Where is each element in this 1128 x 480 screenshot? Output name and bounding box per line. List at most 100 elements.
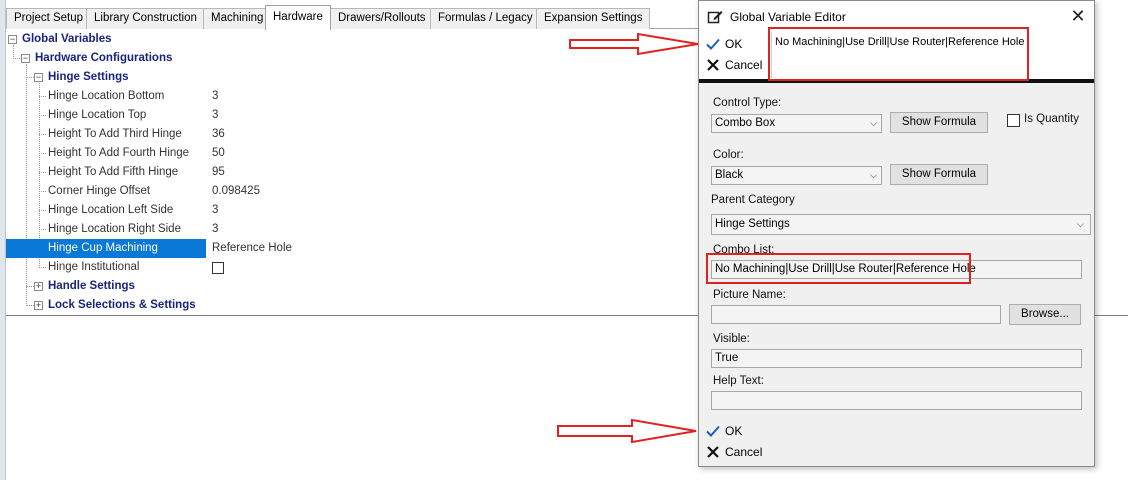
- picture-name-label: Picture Name:: [713, 289, 786, 301]
- tab-drawers-rollouts[interactable]: Drawers/Rollouts: [330, 8, 434, 29]
- property-name: Hinge Institutional: [48, 261, 140, 273]
- tree-connector: [39, 134, 46, 135]
- chevron-down-icon: ⌵: [870, 170, 877, 180]
- property-name: Height To Add Fifth Hinge: [48, 166, 179, 178]
- is-quantity-checkbox[interactable]: [1007, 114, 1020, 127]
- property-row[interactable]: Hinge Location Bottom 3: [6, 87, 306, 106]
- visible-field[interactable]: True: [711, 349, 1082, 368]
- property-name: Hinge Location Top: [48, 109, 147, 121]
- property-value[interactable]: 95: [212, 163, 225, 182]
- tree-connector: [39, 210, 46, 211]
- property-name: Hinge Location Left Side: [48, 204, 174, 216]
- cancel-label: Cancel: [725, 445, 763, 459]
- parent-category-select[interactable]: Hinge Settings ⌵: [711, 214, 1091, 235]
- x-icon: [707, 59, 719, 71]
- check-icon: [706, 425, 720, 437]
- annotation-arrow-icon: [569, 32, 699, 56]
- tab-project-setup[interactable]: Project Setup: [6, 8, 92, 29]
- property-row[interactable]: Height To Add Fifth Hinge 95: [6, 163, 306, 182]
- browse-button[interactable]: Browse...: [1009, 304, 1081, 325]
- property-row[interactable]: Hinge Location Right Side 3: [6, 220, 306, 239]
- property-row[interactable]: Height To Add Fourth Hinge 50: [6, 144, 306, 163]
- property-name: Hinge Location Right Side: [48, 223, 181, 235]
- panel-divider: [1095, 315, 1128, 316]
- tree-node-label: Hinge Settings: [48, 71, 129, 83]
- picture-name-field[interactable]: [711, 305, 1001, 324]
- show-formula-button[interactable]: Show Formula: [890, 164, 988, 185]
- property-value[interactable]: 3: [212, 106, 218, 125]
- help-text-label: Help Text:: [713, 375, 764, 387]
- visible-label: Visible:: [713, 333, 750, 345]
- show-formula-button[interactable]: Show Formula: [890, 112, 988, 133]
- property-row-selected[interactable]: Hinge Cup Machining Reference Hole: [6, 239, 306, 258]
- property-value[interactable]: 50: [212, 144, 225, 163]
- property-value[interactable]: 36: [212, 125, 225, 144]
- hinge-institutional-checkbox[interactable]: [212, 262, 224, 274]
- expand-icon[interactable]: +: [34, 301, 43, 310]
- expand-icon[interactable]: +: [34, 282, 43, 291]
- parent-category-value: Hinge Settings: [715, 218, 790, 230]
- x-icon: [707, 446, 719, 458]
- color-label: Color:: [713, 149, 744, 161]
- tab-hardware[interactable]: Hardware: [265, 5, 331, 30]
- property-row[interactable]: Hinge Institutional: [6, 258, 306, 277]
- property-row[interactable]: Hinge Location Left Side 3: [6, 201, 306, 220]
- collapse-icon[interactable]: −: [21, 54, 30, 63]
- combo-list-field[interactable]: No Machining|Use Drill|Use Router|Refere…: [711, 260, 1082, 279]
- control-type-value: Combo Box: [715, 117, 776, 129]
- tree-node-lock-selections[interactable]: + Lock Selections & Settings: [6, 296, 306, 315]
- property-name: Height To Add Fourth Hinge: [48, 147, 190, 159]
- tab-expansion-settings[interactable]: Expansion Settings: [536, 8, 651, 29]
- edit-icon: [707, 11, 723, 24]
- close-icon[interactable]: ✕: [1068, 6, 1088, 26]
- tab-machining[interactable]: Machining: [203, 8, 272, 29]
- tree-node-label: Lock Selections & Settings: [48, 299, 196, 311]
- tree-node-hinge-settings[interactable]: − Hinge Settings: [6, 68, 306, 87]
- chevron-down-icon: ⌵: [870, 118, 877, 128]
- property-value[interactable]: 3: [212, 220, 218, 239]
- tree-connector: [39, 115, 46, 116]
- tree-node-label: Global Variables: [22, 33, 112, 45]
- dialog-top-divider: [699, 79, 1094, 83]
- dialog-titlebar: Global Variable Editor ✕: [699, 1, 1094, 32]
- chevron-down-icon: ⌵: [1077, 219, 1084, 229]
- tree-node-label: Handle Settings: [48, 280, 135, 292]
- control-type-label: Control Type:: [713, 97, 782, 109]
- help-text-field[interactable]: [711, 391, 1082, 410]
- annotation-arrow-icon: [557, 418, 697, 444]
- tree-node-label: Hardware Configurations: [35, 52, 173, 64]
- tree-connector: [39, 229, 46, 230]
- property-name: Hinge Cup Machining: [48, 242, 158, 254]
- property-value[interactable]: 3: [212, 201, 218, 220]
- property-value[interactable]: 0.098425: [212, 182, 260, 201]
- combo-list-label: Combo List:: [713, 244, 775, 256]
- property-name: Corner Hinge Offset: [48, 185, 151, 197]
- color-select[interactable]: Black ⌵: [711, 166, 882, 185]
- ok-label: OK: [725, 37, 743, 51]
- tab-bar: Project Setup Library Construction Machi…: [6, 5, 698, 30]
- collapse-icon[interactable]: −: [8, 35, 17, 44]
- tree-node-hardware-configurations[interactable]: − Hardware Configurations: [6, 49, 306, 68]
- property-row[interactable]: Corner Hinge Offset 0.098425: [6, 182, 306, 201]
- property-row[interactable]: Height To Add Third Hinge 36: [6, 125, 306, 144]
- global-variable-editor-dialog: Global Variable Editor ✕ OK Cancel No Ma…: [698, 0, 1095, 467]
- property-row[interactable]: Hinge Location Top 3: [6, 106, 306, 125]
- control-type-select[interactable]: Combo Box ⌵: [711, 114, 882, 133]
- property-name: Height To Add Third Hinge: [48, 128, 182, 140]
- property-value[interactable]: 3: [212, 87, 218, 106]
- tree-connector: [39, 267, 46, 268]
- tree-node-handle-settings[interactable]: + Handle Settings: [6, 277, 306, 296]
- tab-formulas-legacy[interactable]: Formulas / Legacy: [430, 8, 541, 29]
- combo-list-editor-text[interactable]: No Machining|Use Drill|Use Router|Refere…: [771, 32, 1093, 78]
- property-value[interactable]: Reference Hole: [212, 239, 292, 258]
- color-value: Black: [715, 169, 744, 181]
- collapse-icon[interactable]: −: [34, 73, 43, 82]
- tree-connector: [39, 153, 46, 154]
- parent-category-label: Parent Category: [711, 194, 795, 206]
- tree-connector: [39, 172, 46, 173]
- tree-connector: [39, 191, 46, 192]
- tree-connector: [39, 96, 46, 97]
- cancel-label: Cancel: [725, 58, 763, 72]
- tab-library-construction[interactable]: Library Construction: [86, 8, 205, 29]
- tree-node-global-variables[interactable]: − Global Variables: [6, 30, 306, 49]
